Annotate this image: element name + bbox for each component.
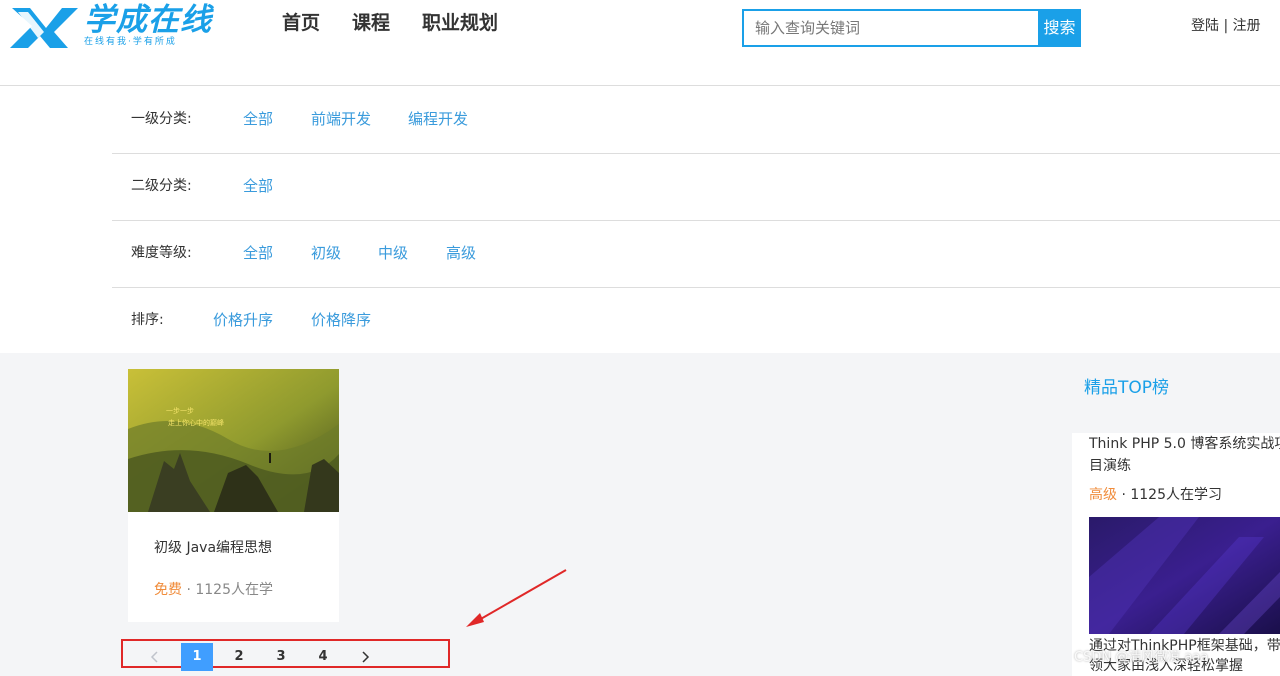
sort-option[interactable]: 价格降序 (311, 309, 371, 331)
filter-label: 二级分类: (131, 178, 192, 194)
filter-option[interactable]: 编程开发 (408, 108, 468, 130)
logo-slogan: 在线有我·学有所成 (84, 37, 177, 47)
chevron-right-icon (362, 651, 370, 663)
filter-option[interactable]: 前端开发 (311, 108, 371, 130)
filter-row-category2: 二级分类: 全部 (112, 154, 1280, 221)
filter-option[interactable]: 全部 (243, 108, 273, 130)
nav-career[interactable]: 职业规划 (422, 10, 498, 36)
filter-label: 排序: (131, 312, 164, 328)
meta-dot: · (182, 582, 196, 598)
logo-text: 学成在线 (84, 2, 212, 38)
register-link[interactable]: 注册 (1233, 18, 1261, 34)
top-item-students: 1125人在学习 (1130, 487, 1222, 503)
course-card[interactable]: 一步一步 走上你心中的巅峰 初级 Java编程思想 免费 · 1125人在学 (128, 369, 339, 622)
top-item-meta: 高级 · 1125人在学习 (1089, 485, 1222, 505)
prev-page-button[interactable] (139, 643, 171, 671)
top-item-title-line2: 目演练 (1089, 458, 1131, 474)
site-logo[interactable]: 学成在线 在线有我·学有所成 (8, 2, 218, 50)
watermark-text: CSDN @清风微凉 aaa (1074, 650, 1209, 665)
filter-row-sort: 排序: 价格升序 价格降序 (112, 288, 1280, 353)
top-item-title[interactable]: Think PHP 5.0 博客系统实战项 目演练 (1089, 433, 1280, 477)
search-input[interactable] (742, 9, 1038, 47)
top-item-level: 高级 (1089, 487, 1117, 503)
filter-option[interactable]: 全部 (243, 175, 273, 197)
filter-label: 一级分类: (131, 111, 192, 127)
login-link[interactable]: 登陆 (1191, 18, 1219, 34)
course-price: 免费 (154, 582, 182, 598)
logo-x-icon (10, 8, 78, 48)
course-thumbnail[interactable]: 一步一步 走上你心中的巅峰 (128, 369, 339, 512)
filter-option[interactable]: 初级 (311, 242, 341, 264)
site-header: 学成在线 在线有我·学有所成 首页 课程 职业规划 搜索 登陆 | 注册 (0, 0, 1280, 86)
thumbnail-caption-1: 一步一步 (166, 407, 194, 415)
filter-option[interactable]: 全部 (243, 242, 273, 264)
nav-home[interactable]: 首页 (282, 10, 320, 36)
filter-option[interactable]: 高级 (446, 242, 476, 264)
search-button[interactable]: 搜索 (1038, 9, 1081, 47)
thumbnail-caption-2: 走上你心中的巅峰 (168, 418, 224, 427)
top-item-title-line1: Think PHP 5.0 博客系统实战项 (1089, 436, 1280, 452)
search-bar: 搜索 (742, 9, 1081, 47)
top-list-panel: Think PHP 5.0 博客系统实战项 目演练 高级 · 1125人在学习 … (1072, 433, 1280, 676)
meta-dot: · (1117, 487, 1131, 503)
sort-option[interactable]: 价格升序 (213, 309, 273, 331)
pagination: 1 2 3 4 (121, 639, 450, 671)
filter-row-difficulty: 难度等级: 全部 初级 中级 高级 (112, 221, 1280, 288)
page-number[interactable]: 4 (307, 643, 339, 671)
nav-courses[interactable]: 课程 (352, 10, 390, 36)
filter-label: 难度等级: (131, 245, 192, 261)
annotation-arrow-icon (466, 569, 567, 627)
next-page-button[interactable] (349, 643, 381, 671)
course-meta: 免费 · 1125人在学 (154, 580, 273, 600)
filter-row-category1: 一级分类: 全部 前端开发 编程开发 (112, 87, 1280, 154)
top-item-thumbnail[interactable] (1089, 517, 1280, 634)
page-number[interactable]: 2 (223, 643, 255, 671)
page-number[interactable]: 1 (181, 643, 213, 671)
course-students: 1125人在学 (195, 582, 273, 598)
course-title[interactable]: 初级 Java编程思想 (154, 538, 272, 558)
auth-links: 登陆 | 注册 (1191, 16, 1261, 36)
top-list-title: 精品TOP榜 (1084, 378, 1170, 398)
page-number[interactable]: 3 (265, 643, 297, 671)
chevron-left-icon (150, 651, 158, 663)
filter-option[interactable]: 中级 (378, 242, 408, 264)
main-nav: 首页 课程 职业规划 (282, 10, 530, 36)
auth-separator: | (1223, 18, 1229, 34)
